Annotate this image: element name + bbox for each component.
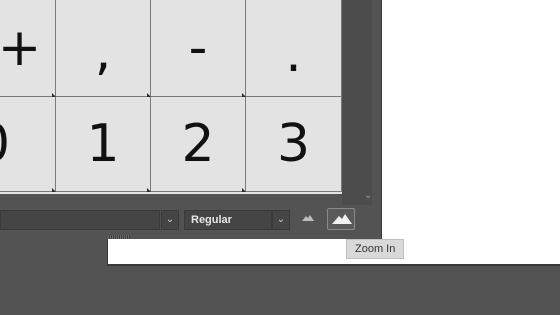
background-panel [0, 265, 560, 315]
glyph-char: - [188, 18, 208, 78]
resize-grip[interactable] [108, 235, 130, 239]
zoom-out-button[interactable] [298, 211, 318, 229]
chevron-down-icon: ⌄ [276, 214, 286, 225]
glyph-cell[interactable]: 2 [151, 97, 246, 192]
zoom-in-button[interactable] [327, 208, 355, 230]
glyph-cell[interactable]: - [151, 0, 246, 97]
glyph-cell[interactable]: 3 [246, 97, 342, 192]
divider [108, 264, 560, 266]
glyph-char: + [0, 18, 42, 78]
font-family-dropdown-button[interactable]: ⌄ [161, 210, 179, 230]
panel-border [381, 0, 382, 239]
vertical-scrollbar[interactable] [342, 0, 372, 205]
divider [107, 239, 108, 266]
glyph-grid: + , - . 0 1 2 3 [0, 0, 342, 194]
glyph-char: 0 [0, 118, 10, 170]
scroll-down-icon[interactable]: ⌄ [364, 190, 372, 201]
glyph-char: 2 [181, 114, 215, 174]
glyph-cell[interactable]: 0 [0, 97, 56, 192]
glyph-cell[interactable]: , [56, 0, 151, 97]
glyph-char: . [285, 24, 302, 84]
font-family-field[interactable] [0, 210, 160, 230]
glyph-cell[interactable]: + [0, 0, 56, 97]
font-style-dropdown-button[interactable]: ⌄ [272, 210, 290, 230]
font-style-field[interactable]: Regular [184, 210, 272, 230]
glyph-char: , [94, 22, 112, 82]
zoom-in-tooltip: Zoom In [346, 239, 405, 259]
glyph-char: 1 [86, 114, 120, 174]
small-mountains-icon [302, 215, 314, 221]
glyph-cell[interactable]: 1 [56, 97, 151, 192]
glyph-cell[interactable]: . [246, 0, 342, 97]
chevron-down-icon: ⌄ [165, 214, 175, 225]
tooltip-text: Zoom In [355, 243, 396, 255]
glyph-char: 3 [276, 114, 311, 174]
font-style-value: Regular [191, 214, 232, 226]
large-mountains-icon [332, 214, 352, 224]
